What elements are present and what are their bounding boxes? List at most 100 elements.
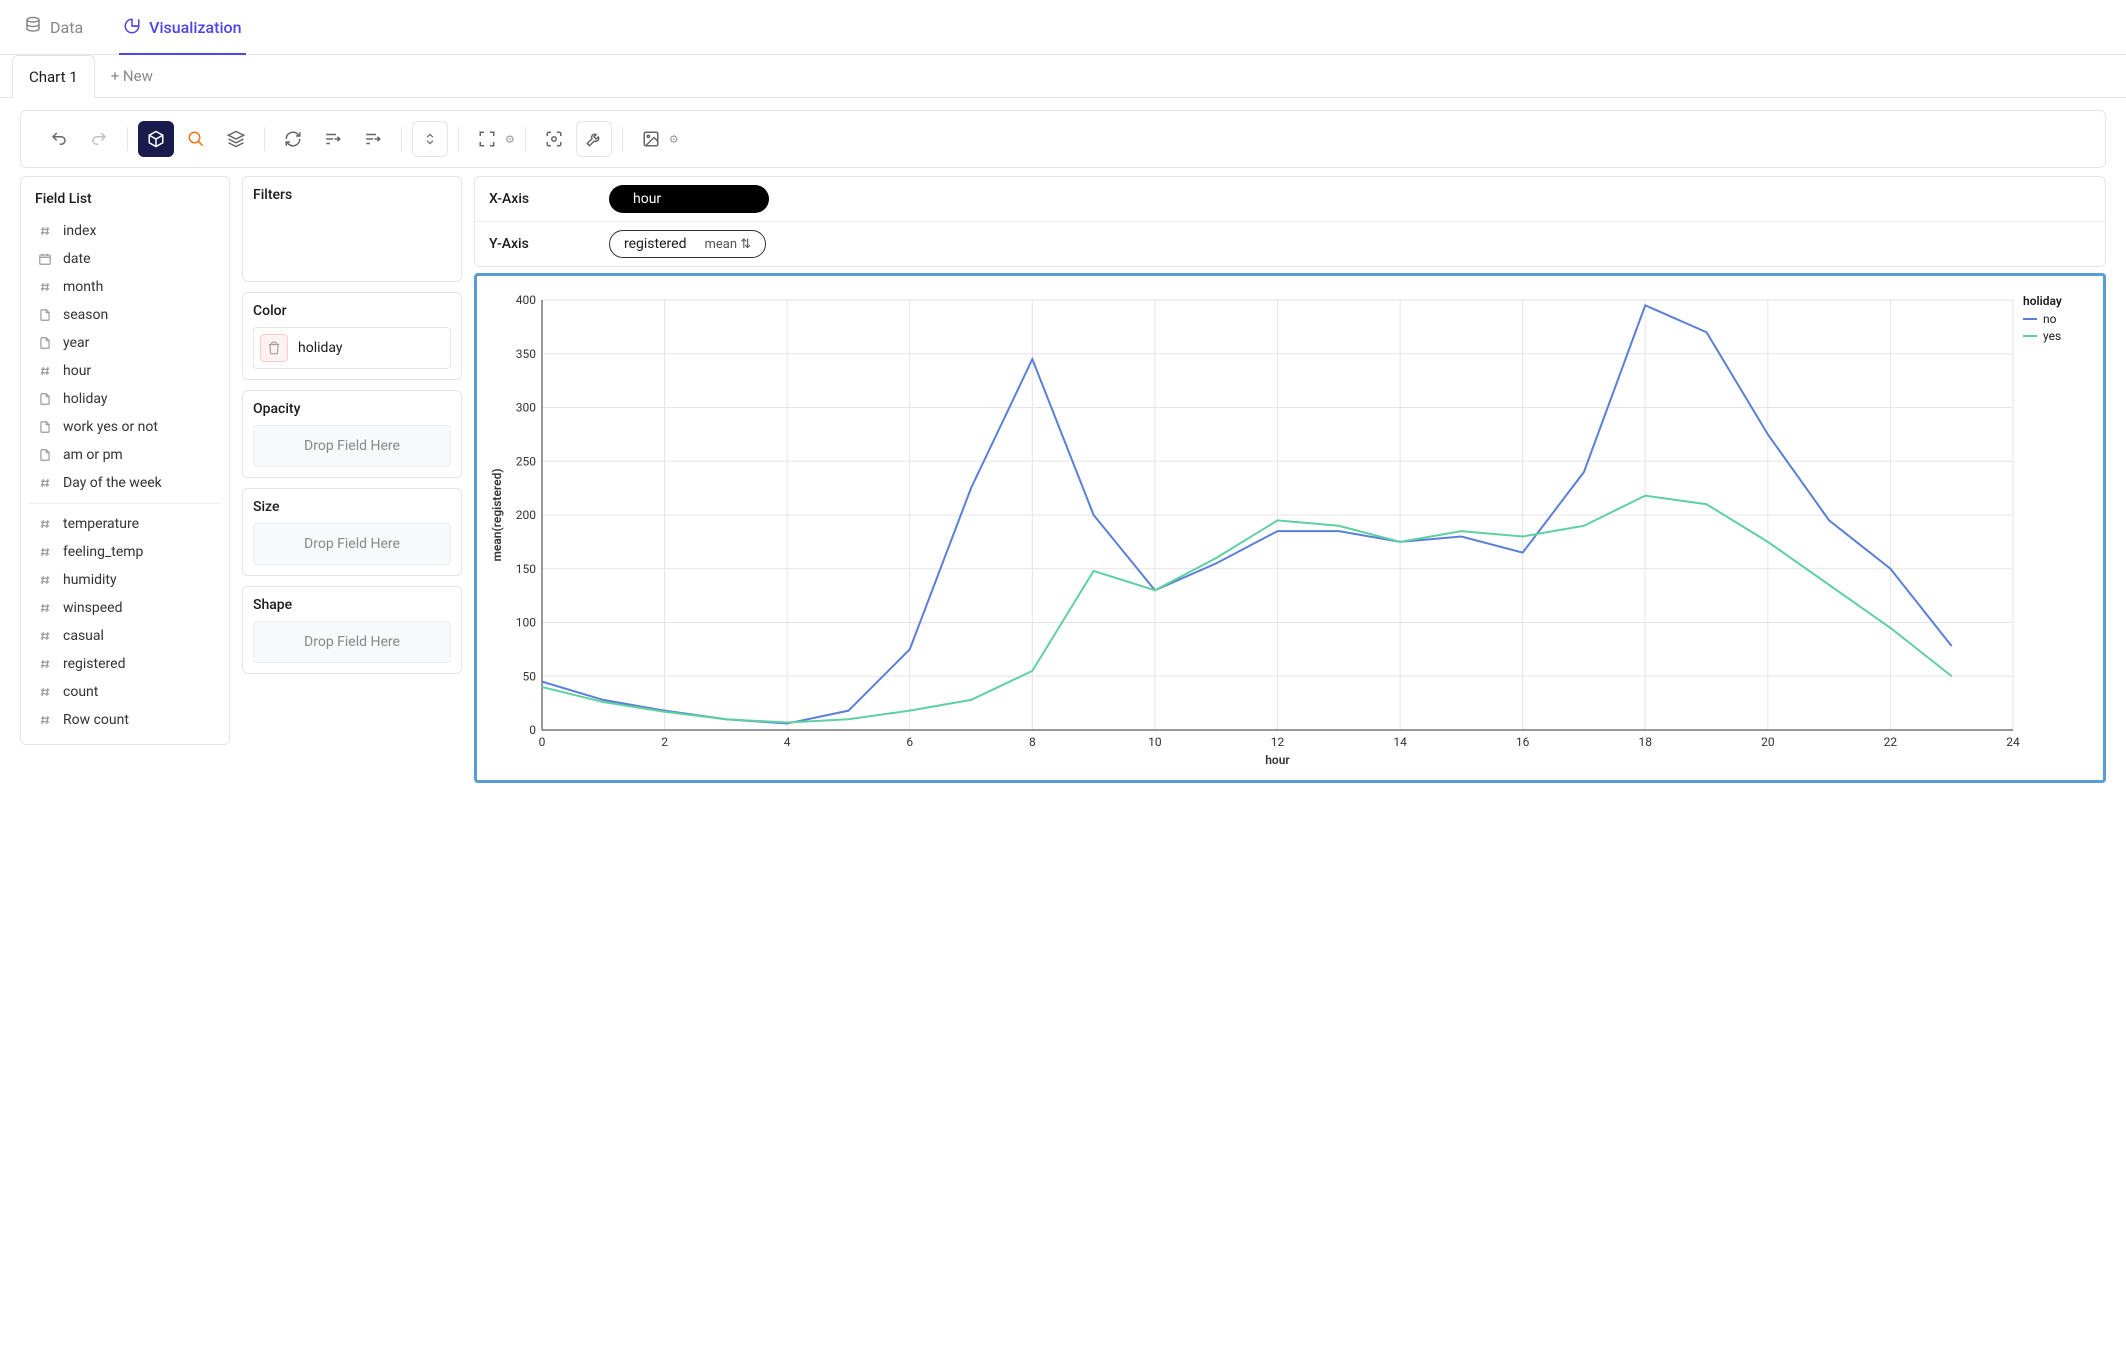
hash-icon (37, 656, 53, 672)
field-label: count (63, 684, 98, 700)
gear-icon-small[interactable]: ⚙ (505, 133, 515, 146)
field-label: feeling_temp (63, 544, 143, 560)
field-label: humidity (63, 572, 117, 588)
field-item-count[interactable]: count (29, 678, 221, 706)
field-item-winspeed[interactable]: winspeed (29, 594, 221, 622)
field-item-month[interactable]: month (29, 273, 221, 301)
hash-icon (37, 628, 53, 644)
svg-text:400: 400 (516, 293, 536, 307)
legend-swatch (2023, 335, 2037, 337)
nav-tab-data[interactable]: Data (20, 8, 87, 46)
size-box: Size Drop Field Here (242, 488, 462, 576)
field-item-feeling_temp[interactable]: feeling_temp (29, 538, 221, 566)
fullscreen-button[interactable] (469, 121, 505, 157)
sort-asc-button[interactable] (315, 121, 351, 157)
filters-drop-zone[interactable] (253, 211, 451, 271)
legend-swatch (2023, 318, 2037, 320)
hash-icon (37, 223, 53, 239)
chart-frame[interactable]: 0501001502002503003504000246810121416182… (474, 273, 2106, 783)
svg-text:24: 24 (2006, 735, 2020, 749)
chevron-updown-icon: ⇅ (740, 237, 751, 252)
svg-text:8: 8 (1029, 735, 1036, 749)
field-label: casual (63, 628, 104, 644)
hash-icon (37, 279, 53, 295)
file-icon (37, 391, 53, 407)
field-label: Day of the week (63, 475, 162, 491)
hash-icon (37, 712, 53, 728)
field-list-panel: Field List indexdatemonthseasonyearhourh… (20, 176, 230, 745)
file-icon (37, 307, 53, 323)
field-item-casual[interactable]: casual (29, 622, 221, 650)
color-field-pill[interactable]: holiday (253, 327, 451, 369)
size-drop-zone[interactable]: Drop Field Here (253, 523, 451, 565)
expand-y-button[interactable] (412, 121, 448, 157)
svg-text:150: 150 (516, 562, 536, 576)
toolbar-separator (622, 127, 623, 151)
work-area: Field List indexdatemonthseasonyearhourh… (0, 176, 2126, 803)
field-item-work-yes-or-not[interactable]: work yes or not (29, 413, 221, 441)
chart-tab-1[interactable]: Chart 1 (12, 55, 95, 98)
opacity-title: Opacity (253, 401, 451, 425)
field-item-hour[interactable]: hour (29, 357, 221, 385)
top-nav: Data Visualization (0, 0, 2126, 55)
svg-text:0: 0 (539, 735, 546, 749)
cube-button[interactable] (138, 121, 174, 157)
chart-tabs: Chart 1 + New (0, 55, 2126, 98)
field-label: hour (63, 363, 91, 379)
field-item-holiday[interactable]: holiday (29, 385, 221, 413)
x-axis-label: X-Axis (489, 191, 589, 207)
field-item-season[interactable]: season (29, 301, 221, 329)
gear-icon-small[interactable]: ⚙ (669, 133, 679, 146)
field-item-year[interactable]: year (29, 329, 221, 357)
hash-icon (37, 600, 53, 616)
legend-item-no[interactable]: no (2023, 312, 2093, 326)
field-label: holiday (63, 391, 108, 407)
sort-desc-button[interactable] (355, 121, 391, 157)
shape-drop-zone[interactable]: Drop Field Here (253, 621, 451, 663)
shape-box: Shape Drop Field Here (242, 586, 462, 674)
hash-icon (37, 516, 53, 532)
refresh-button[interactable] (275, 121, 311, 157)
field-item-am-or-pm[interactable]: am or pm (29, 441, 221, 469)
field-label: am or pm (63, 447, 123, 463)
nav-tab-data-label: Data (50, 18, 83, 37)
svg-text:250: 250 (516, 454, 536, 468)
svg-text:6: 6 (906, 735, 913, 749)
hash-icon (37, 544, 53, 560)
scan-button[interactable] (536, 121, 572, 157)
file-icon (37, 419, 53, 435)
redo-button[interactable] (81, 121, 117, 157)
y-axis-field-pill[interactable]: registered mean ⇅ (609, 230, 766, 258)
filters-box[interactable]: Filters (242, 176, 462, 282)
field-item-Day-of-the-week[interactable]: Day of the week (29, 469, 221, 497)
y-axis-field: registered (624, 236, 686, 252)
field-item-date[interactable]: date (29, 245, 221, 273)
field-item-temperature[interactable]: temperature (29, 510, 221, 538)
svg-text:20: 20 (1761, 735, 1775, 749)
field-item-Row-count[interactable]: Row count (29, 706, 221, 734)
new-chart-button[interactable]: + New (103, 55, 161, 97)
svg-text:12: 12 (1271, 735, 1285, 749)
wrench-button[interactable] (576, 121, 612, 157)
color-title: Color (253, 303, 451, 327)
search-button[interactable] (178, 121, 214, 157)
image-button[interactable] (633, 121, 669, 157)
field-item-registered[interactable]: registered (29, 650, 221, 678)
legend-item-yes[interactable]: yes (2023, 329, 2093, 343)
toolbar-separator (525, 127, 526, 151)
layers-button[interactable] (218, 121, 254, 157)
field-item-index[interactable]: index (29, 217, 221, 245)
opacity-box: Opacity Drop Field Here (242, 390, 462, 478)
opacity-drop-zone[interactable]: Drop Field Here (253, 425, 451, 467)
svg-text:mean(registered): mean(registered) (490, 468, 504, 561)
delete-color-field-button[interactable] (260, 334, 288, 362)
toolbar: ⚙ ⚙ (20, 110, 2106, 168)
nav-tab-visualization[interactable]: Visualization (119, 9, 245, 55)
file-icon (37, 335, 53, 351)
field-divider (29, 503, 221, 504)
x-axis-field-pill[interactable]: hour (609, 185, 769, 213)
field-item-humidity[interactable]: humidity (29, 566, 221, 594)
undo-button[interactable] (41, 121, 77, 157)
field-label: winspeed (63, 600, 123, 616)
line-chart: 0501001502002503003504000246810121416182… (487, 290, 2023, 770)
